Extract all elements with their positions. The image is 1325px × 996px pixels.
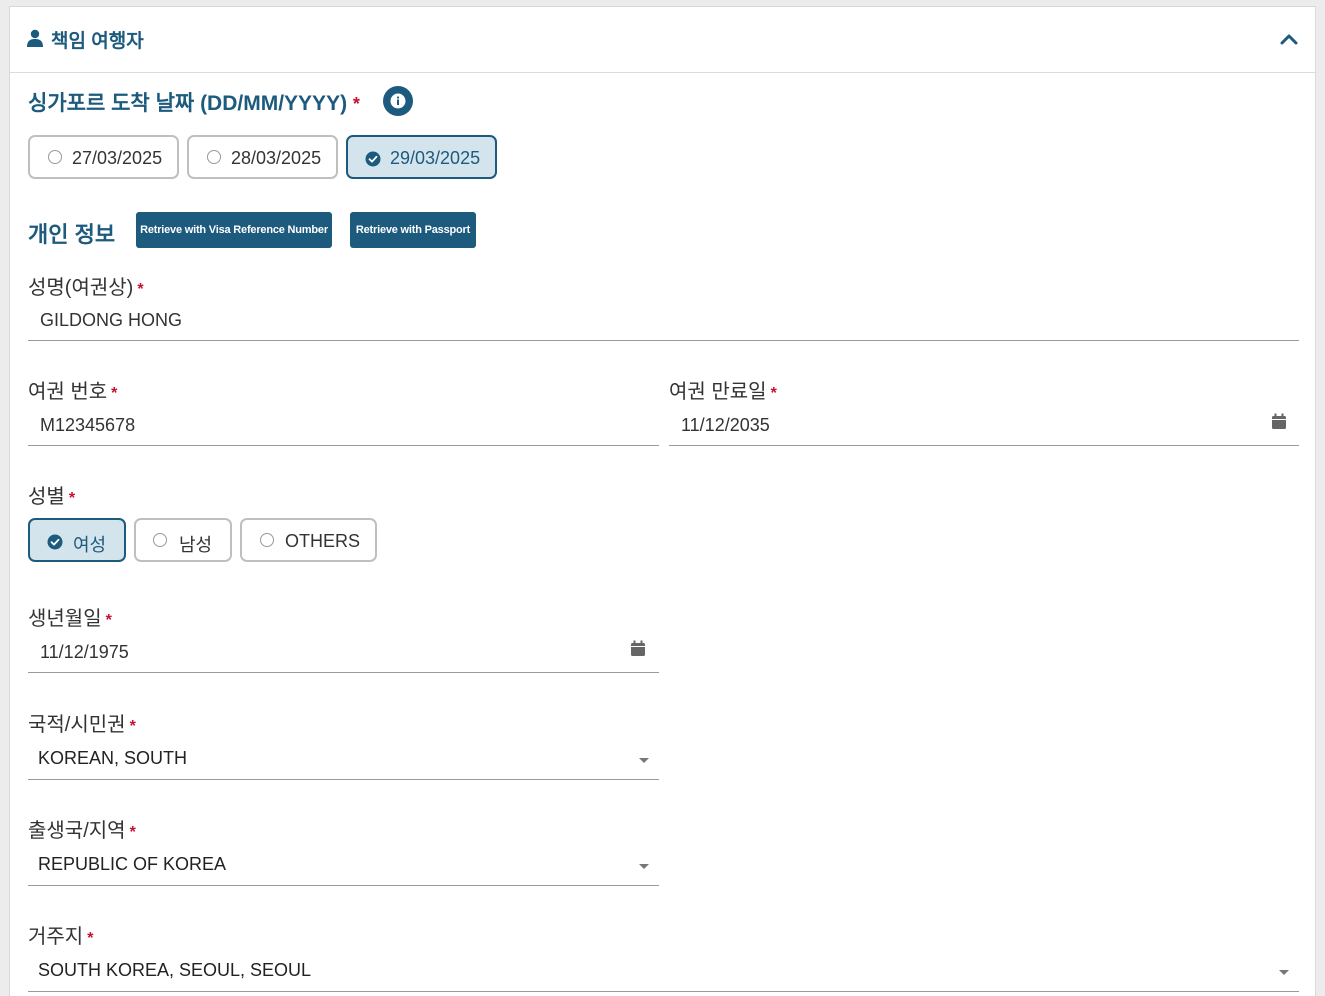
required-mark: * (87, 930, 94, 947)
retrieve-visa-button[interactable]: Retrieve with Visa Reference Number (136, 212, 332, 248)
caret-down-icon (639, 758, 649, 763)
chevron-up-icon[interactable] (1279, 30, 1299, 48)
residence-select[interactable]: SOUTH KOREA, SEOUL, SEOUL (28, 952, 1299, 992)
required-mark: * (352, 94, 360, 114)
birth-country-select[interactable]: REPUBLIC OF KOREA (28, 846, 659, 886)
required-mark: * (770, 385, 777, 402)
info-icon (390, 93, 406, 109)
birth-country-label: 출생국/지역 * (28, 820, 136, 842)
required-mark: * (105, 612, 112, 629)
user-icon (27, 29, 43, 47)
required-mark: * (111, 385, 118, 402)
radio-icon (260, 533, 274, 547)
gender-option-others[interactable]: OTHERS (240, 518, 377, 562)
radio-icon (153, 533, 167, 547)
required-mark: * (137, 281, 144, 298)
required-mark: * (129, 718, 136, 735)
radio-icon (207, 150, 221, 164)
passport-expiry-label: 여권 만료일 * (669, 381, 777, 403)
panel-header[interactable]: 책임 여행자 (10, 7, 1315, 73)
nationality-select[interactable]: KOREAN, SOUTH (28, 740, 659, 780)
check-circle-icon (47, 534, 63, 550)
gender-option-male[interactable]: 남성 (134, 518, 232, 562)
arrival-option-29[interactable]: 29/03/2025 (346, 135, 497, 179)
check-circle-icon (365, 151, 381, 167)
residence-label: 거주지 * (28, 926, 94, 948)
passport-number-input[interactable] (28, 406, 659, 446)
panel-title: 책임 여행자 (51, 31, 144, 52)
calendar-icon[interactable] (1271, 413, 1287, 430)
passport-number-label: 여권 번호 * (28, 381, 118, 403)
caret-down-icon (639, 864, 649, 869)
name-input[interactable] (28, 301, 1299, 341)
info-button[interactable] (383, 86, 413, 116)
arrival-option-28[interactable]: 28/03/2025 (187, 135, 338, 179)
gender-label: 성별 * (28, 486, 76, 508)
name-label: 성명(여권상) * (28, 277, 144, 299)
radio-icon (48, 150, 62, 164)
personal-info-title: 개인 정보 (28, 222, 116, 247)
retrieve-passport-button[interactable]: Retrieve with Passport (350, 212, 476, 248)
arrival-date-label: 싱가포르 도착 날짜 (DD/MM/YYYY) * (28, 92, 360, 115)
required-mark: * (129, 824, 136, 841)
dob-input[interactable] (28, 633, 659, 673)
required-mark: * (68, 490, 76, 507)
responsible-traveler-panel: 책임 여행자 싱가포르 도착 날짜 (DD/MM/YYYY) * 27/03/2… (9, 6, 1316, 996)
dob-label: 생년월일 * (28, 608, 112, 630)
calendar-icon[interactable] (630, 640, 646, 657)
arrival-option-27[interactable]: 27/03/2025 (28, 135, 179, 179)
caret-down-icon (1279, 970, 1289, 975)
gender-option-female[interactable]: 여성 (28, 518, 126, 562)
passport-expiry-input[interactable] (669, 406, 1299, 446)
nationality-label: 국적/시민권 * (28, 714, 136, 736)
